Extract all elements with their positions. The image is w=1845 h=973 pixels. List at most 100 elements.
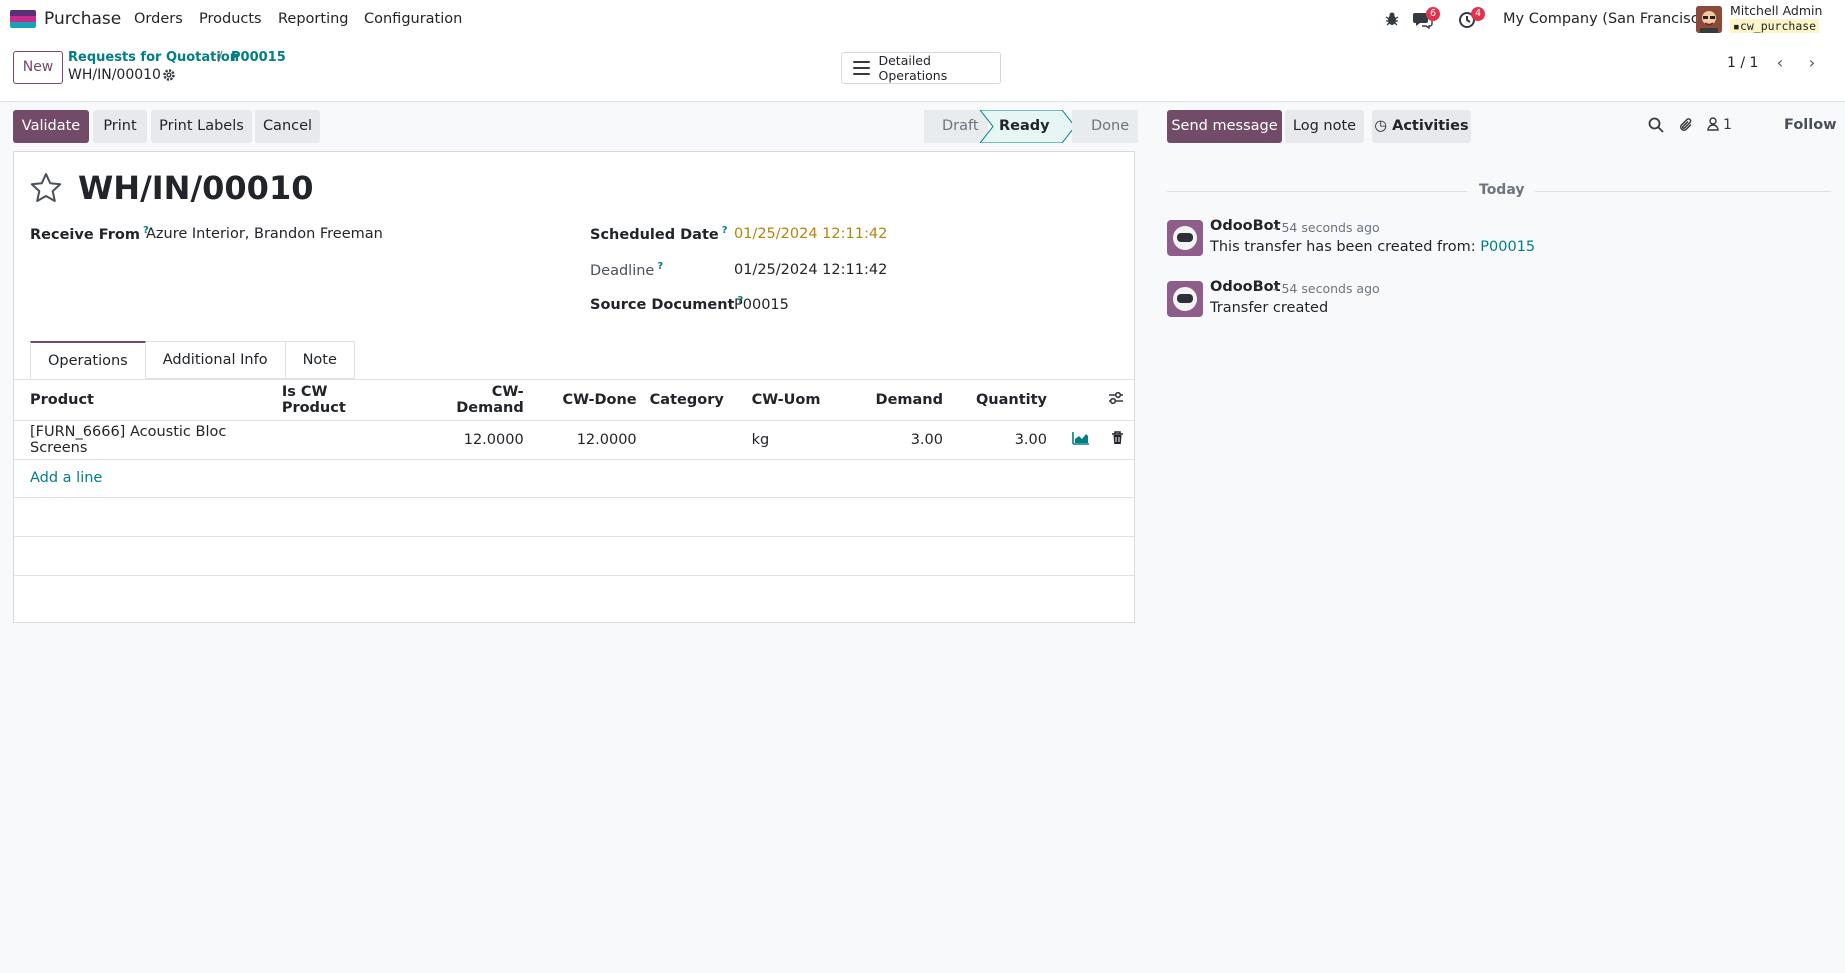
day-separator: Today xyxy=(1167,182,1831,200)
breadcrumb-p00015[interactable]: P00015 xyxy=(231,50,286,65)
message-author[interactable]: OdooBot xyxy=(1210,279,1281,295)
odoobot-avatar[interactable] xyxy=(1167,220,1203,256)
company-switcher[interactable]: My Company (San Francisco) xyxy=(1503,11,1713,27)
separator-line xyxy=(1167,191,1467,192)
column-is-cw-product[interactable]: Is CW Product xyxy=(281,380,409,421)
menu-configuration[interactable]: Configuration xyxy=(364,11,462,27)
cell-category[interactable] xyxy=(640,420,752,460)
activities-button[interactable]: ◷ Activities xyxy=(1372,110,1471,143)
scheduled-date-label: Scheduled Date? xyxy=(590,225,728,243)
column-category[interactable]: Category xyxy=(640,380,752,421)
add-line-row: Add a line xyxy=(14,459,1134,498)
forecast-chart-icon[interactable] xyxy=(1072,431,1090,449)
status-ready-wrapper: Ready xyxy=(980,110,1076,143)
tab-operations[interactable]: Operations xyxy=(30,341,146,379)
pager-next-icon[interactable]: › xyxy=(1801,53,1823,75)
tab-note[interactable]: Note xyxy=(285,341,355,379)
status-draft[interactable]: Draft xyxy=(924,110,988,143)
scheduled-date-field[interactable]: 01/25/2024 12:11:42 xyxy=(734,226,887,242)
messages-icon[interactable]: 6 xyxy=(1413,7,1440,30)
day-label: Today xyxy=(1479,182,1525,198)
user-name[interactable]: Mitchell Admin xyxy=(1730,3,1822,18)
trash-icon[interactable] xyxy=(1111,430,1124,449)
app-name[interactable]: Purchase xyxy=(44,9,121,29)
source-document-field[interactable]: P00015 xyxy=(734,297,789,313)
message-time: - 54 seconds ago xyxy=(1273,281,1380,296)
cell-demand[interactable]: 3.00 xyxy=(859,420,946,460)
list-icon xyxy=(853,61,871,75)
deadline-label: Deadline? xyxy=(590,261,664,279)
debug-bug-icon[interactable] xyxy=(1384,11,1402,29)
cell-cw-demand[interactable]: 12.0000 xyxy=(408,420,528,460)
cell-cw-done[interactable]: 12.0000 xyxy=(527,420,641,460)
deadline-field[interactable]: 01/25/2024 12:11:42 xyxy=(734,262,887,278)
separator-line xyxy=(1535,191,1831,192)
tab-additional-info[interactable]: Additional Info xyxy=(145,341,286,379)
detailed-operations-button[interactable]: Detailed Operations xyxy=(841,52,1001,84)
message-author[interactable]: OdooBot xyxy=(1210,218,1281,234)
menu-products[interactable]: Products xyxy=(199,11,262,27)
source-document-label: Source Document? xyxy=(590,295,744,313)
empty-row xyxy=(14,497,1134,537)
column-demand[interactable]: Demand xyxy=(859,380,946,421)
star-icon[interactable] xyxy=(30,172,62,204)
app-menu-icon[interactable] xyxy=(10,10,36,28)
table-header-row: Product Is CW Product CW-Demand CW-Done … xyxy=(14,380,1134,421)
user-icon xyxy=(1707,117,1719,131)
message-body: Transfer created xyxy=(1210,300,1329,316)
cancel-button[interactable]: Cancel xyxy=(255,110,320,143)
cell-quantity[interactable]: 3.00 xyxy=(945,420,1053,460)
column-cw-demand[interactable]: CW-Demand xyxy=(408,380,528,421)
paperclip-icon[interactable] xyxy=(1678,117,1696,135)
followers-button[interactable]: 1 xyxy=(1707,117,1747,135)
message-body: This transfer has been created from: P00… xyxy=(1210,239,1536,255)
log-note-button[interactable]: Log note xyxy=(1285,110,1364,143)
breadcrumb-requests-for-quotation[interactable]: Requests for Quotation xyxy=(68,50,239,65)
column-cw-done[interactable]: CW-Done xyxy=(527,380,641,421)
database-name: cw_purchase xyxy=(1739,19,1817,33)
menu-reporting[interactable]: Reporting xyxy=(278,11,349,27)
breadcrumb-current: WH/IN/00010 xyxy=(68,67,161,83)
gear-icon[interactable] xyxy=(162,68,176,82)
odoobot-avatar[interactable] xyxy=(1167,281,1203,317)
record-name: WH/IN/00010 xyxy=(78,169,314,207)
add-a-line-link[interactable]: Add a line xyxy=(30,470,102,486)
user-avatar[interactable] xyxy=(1696,6,1722,33)
message-link-p00015[interactable]: P00015 xyxy=(1480,239,1535,255)
cell-product[interactable]: [FURN_6666] Acoustic Bloc Screens xyxy=(14,420,282,460)
send-message-button[interactable]: Send message xyxy=(1167,110,1282,143)
table-row[interactable]: [FURN_6666] Acoustic Bloc Screens 12.000… xyxy=(14,420,1134,460)
column-cw-uom[interactable]: CW-Uom xyxy=(751,380,860,421)
print-labels-button[interactable]: Print Labels xyxy=(151,110,252,143)
breadcrumb-separator: / xyxy=(218,50,223,65)
status-done[interactable]: Done xyxy=(1072,110,1138,143)
pager-previous-icon[interactable]: ‹ xyxy=(1769,53,1791,75)
menu-orders[interactable]: Orders xyxy=(134,11,183,27)
clock-icon: ◷ xyxy=(1374,118,1388,134)
empty-row xyxy=(14,575,1134,623)
optional-columns-icon[interactable] xyxy=(1108,391,1124,409)
activities-label: Activities xyxy=(1392,118,1469,134)
top-navbar: Purchase Orders Products Reporting Confi… xyxy=(0,0,1845,40)
message-time: - 54 seconds ago xyxy=(1273,220,1380,235)
database-name-badge: ▪cw_purchase xyxy=(1730,19,1820,33)
messages-count-badge: 6 xyxy=(1426,7,1440,21)
column-settings[interactable] xyxy=(1052,380,1134,421)
activities-clock-icon[interactable]: 4 xyxy=(1458,7,1485,29)
control-panel: New Requests for Quotation / P00015 WH/I… xyxy=(0,40,1845,102)
pager-value[interactable]: 1 / 1 xyxy=(1727,55,1758,71)
follow-button[interactable]: Follow xyxy=(1784,117,1837,133)
print-button[interactable]: Print xyxy=(93,110,147,143)
column-quantity[interactable]: Quantity xyxy=(945,380,1053,421)
form-sheet: WH/IN/00010 Receive From? Azure Interior… xyxy=(13,151,1135,623)
search-icon[interactable] xyxy=(1648,117,1666,135)
receive-from-label: Receive From? xyxy=(30,225,149,243)
new-button[interactable]: New xyxy=(13,51,63,84)
cell-is-cw-product[interactable] xyxy=(281,420,409,460)
column-product[interactable]: Product xyxy=(14,380,282,421)
cell-cw-uom[interactable]: kg xyxy=(751,420,860,460)
receive-from-field[interactable]: Azure Interior, Brandon Freeman xyxy=(146,226,383,242)
validate-button[interactable]: Validate xyxy=(13,110,89,143)
status-ready[interactable]: Ready xyxy=(999,110,1050,143)
form-tabs: Operations Additional Info Note xyxy=(30,341,355,379)
